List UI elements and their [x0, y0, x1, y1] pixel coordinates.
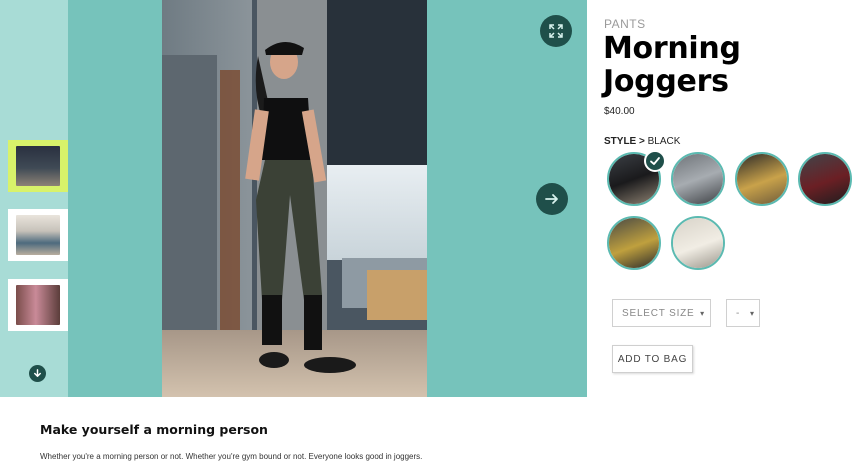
thumbnail-3[interactable]: [8, 279, 68, 331]
add-to-bag-button[interactable]: ADD TO BAG: [612, 345, 693, 373]
size-select[interactable]: SELECT SIZE ▾: [612, 299, 711, 327]
swatch-image: [800, 154, 850, 204]
selected-check-icon: [644, 150, 666, 172]
quantity-select-value: -: [736, 307, 740, 319]
arrow-right-icon[interactable]: [536, 183, 568, 215]
description-heading: Make yourself a morning person: [40, 422, 268, 437]
thumbnail-2[interactable]: [8, 209, 68, 261]
swatch-cream[interactable]: [671, 216, 725, 270]
chevron-down-icon: ▾: [749, 309, 754, 318]
thumbnail-strip: [0, 0, 68, 397]
main-product-image: [162, 0, 427, 397]
thumbnail-image: [16, 285, 60, 325]
swatch-burgundy[interactable]: [798, 152, 852, 206]
product-title: Morning Joggers: [603, 31, 741, 99]
swatch-image: [673, 154, 723, 204]
style-value: BLACK: [647, 136, 681, 147]
swatch-image: [609, 218, 659, 268]
thumbnail-image: [16, 215, 60, 255]
product-category: PANTS: [604, 17, 646, 31]
expand-icon[interactable]: [540, 15, 572, 47]
description-body: Whether you're a morning person or not. …: [40, 452, 423, 461]
swatch-image: [673, 218, 723, 268]
quantity-select[interactable]: - ▾: [726, 299, 760, 327]
chevron-down-icon: ▾: [700, 309, 705, 318]
size-select-value: SELECT SIZE: [622, 307, 695, 319]
style-label-prefix: STYLE >: [604, 136, 645, 147]
swatch-olive-mustard[interactable]: [607, 216, 661, 270]
thumbnail-1[interactable]: [8, 140, 68, 192]
swatch-grey[interactable]: [671, 152, 725, 206]
product-price: $40.00: [604, 106, 635, 117]
swatch-mustard[interactable]: [735, 152, 789, 206]
thumbnail-image: [16, 146, 60, 186]
swatch-image: [737, 154, 787, 204]
style-label: STYLE > BLACK: [604, 136, 680, 147]
chevron-down-icon[interactable]: [29, 365, 46, 382]
